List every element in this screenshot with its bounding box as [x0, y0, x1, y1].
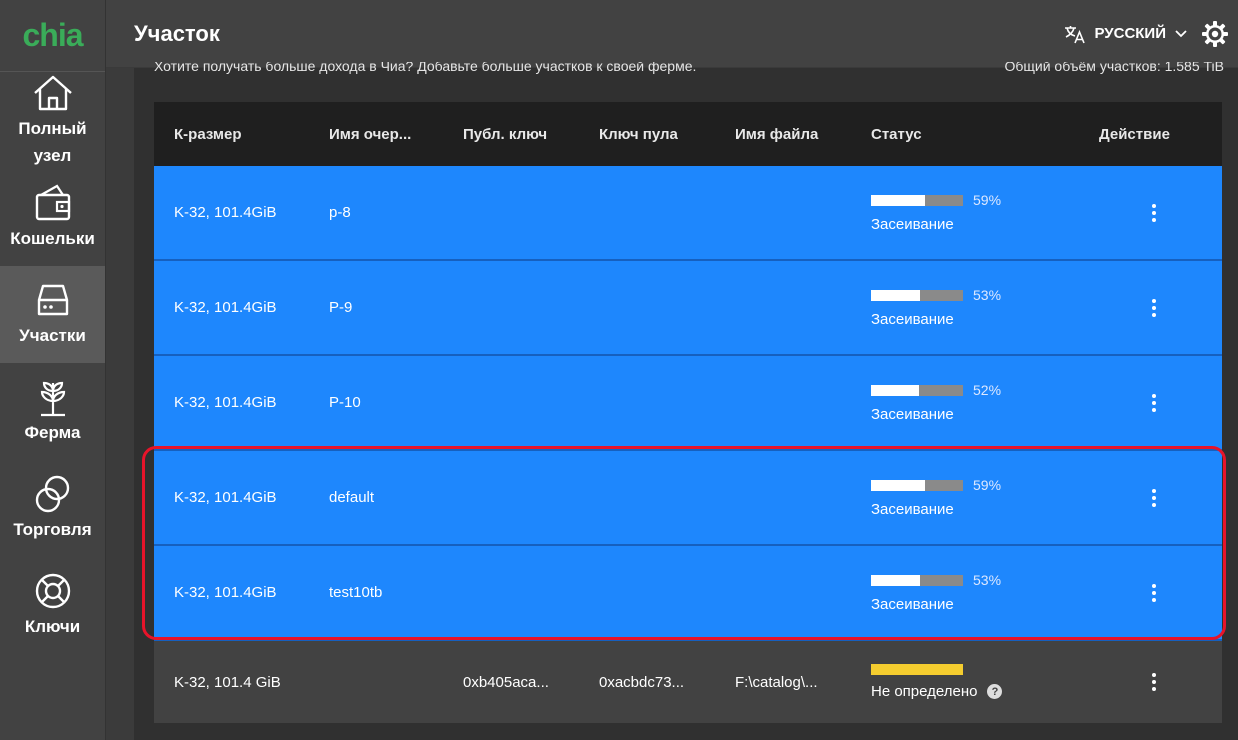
plot-size: K-32, 101.4GiB	[174, 394, 277, 411]
progress-bar	[871, 289, 963, 301]
more-vertical-icon[interactable]	[1151, 393, 1156, 412]
sidebar-item-full-node[interactable]: Полный узел	[0, 72, 105, 169]
column-header[interactable]: К-размер	[154, 126, 329, 143]
sidebar-item-label: Ключи	[24, 617, 81, 636]
sidebar: chia Полный узел Кошельки Участки Ферма …	[0, 0, 106, 740]
column-header[interactable]: Имя очер...	[329, 126, 463, 143]
page-title: Участок	[134, 20, 220, 46]
table-row[interactable]: K-32, 101.4 GiB 0xb405aca... 0xacbdc73..…	[154, 641, 1222, 723]
progress-bar	[871, 384, 963, 396]
table-row[interactable]: K-32, 101.4GiB default 59% Засеивание	[154, 451, 1222, 546]
plot-status: 59% Засеивание	[871, 477, 1085, 518]
plot-status: Не определено ?	[871, 664, 1085, 700]
status-text: Засеивание	[871, 596, 954, 613]
public-key: 0xb405aca...	[463, 673, 549, 691]
progress-bar	[871, 479, 963, 491]
help-icon[interactable]: ?	[987, 684, 1003, 699]
plots-table: К-размер Имя очер... Публ. ключ Ключ пул…	[154, 102, 1222, 723]
status-text: Засеивание	[871, 216, 954, 233]
more-vertical-icon[interactable]	[1151, 583, 1156, 602]
logo-text: chia	[22, 17, 83, 53]
progress-percent: 59%	[973, 192, 1002, 208]
top-bar: Участок РУССКИЙ	[106, 0, 1238, 68]
table-header: К-размер Имя очер... Публ. ключ Ключ пул…	[154, 102, 1222, 166]
sidebar-item-label: Участки	[19, 326, 86, 345]
status-text: Не определено	[871, 683, 978, 700]
column-header[interactable]: Ключ пула	[599, 126, 735, 143]
sidebar-item-trade[interactable]: Торговля	[0, 460, 105, 557]
home-icon	[33, 75, 72, 110]
progress-percent: 52%	[973, 382, 1002, 398]
plot-status: 53% Засеивание	[871, 572, 1085, 613]
plot-status: 52% Засеивание	[871, 382, 1085, 423]
status-text: Засеивание	[871, 501, 954, 518]
trade-icon	[35, 475, 69, 513]
queue-name: P-10	[329, 394, 361, 411]
plot-size: K-32, 101.4GiB	[174, 489, 277, 506]
table-row[interactable]: K-32, 101.4GiB test10tb 53% Засеивание	[154, 546, 1222, 641]
plot-size: K-32, 101.4GiB	[174, 299, 277, 316]
file-name: F:\catalog\...	[735, 673, 818, 691]
lifebuoy-icon	[35, 573, 70, 609]
storage-icon	[37, 284, 68, 316]
progress-percent: 59%	[973, 477, 1002, 493]
table-row[interactable]: K-32, 101.4GiB P-9 53% Засеивание	[154, 261, 1222, 356]
plot-size: K-32, 101.4GiB	[174, 204, 277, 221]
sidebar-item-plots[interactable]: Участки	[0, 266, 105, 363]
sidebar-item-wallets[interactable]: Кошельки	[0, 169, 105, 266]
hint-text: Хотите получать больше дохода в Чиа? Доб…	[154, 62, 697, 74]
queue-name: default	[329, 489, 375, 506]
queue-name: P-9	[329, 299, 353, 316]
plant-icon	[40, 381, 65, 417]
queue-name: p-8	[329, 204, 351, 221]
plot-size: K-32, 101.4 GiB	[174, 673, 281, 691]
status-text: Засеивание	[871, 406, 954, 423]
progress-bar	[871, 194, 963, 206]
progress-bar	[871, 574, 963, 586]
table-row[interactable]: K-32, 101.4GiB P-10 52% Засеивание	[154, 356, 1222, 451]
total-plot-size: Общий объём участков: 1.585 TiB	[1004, 62, 1224, 74]
chia-logo[interactable]: chia	[0, 0, 105, 72]
content-gutter	[106, 68, 134, 740]
queue-name: test10tb	[329, 584, 383, 601]
status-bar	[871, 664, 963, 675]
status-text: Засеивание	[871, 311, 954, 328]
plot-hint-bar: Хотите получать больше дохода в Чиа? Доб…	[154, 62, 1224, 80]
pool-key: 0xacbdc73...	[599, 673, 685, 691]
plot-status: 53% Засеивание	[871, 287, 1085, 328]
progress-percent: 53%	[973, 572, 1002, 588]
plot-status: 59% Засеивание	[871, 192, 1085, 233]
language-label: РУССКИЙ	[1094, 25, 1166, 42]
column-header: Действие	[1099, 125, 1170, 143]
column-header[interactable]: Имя файла	[735, 126, 871, 143]
sidebar-item-label: Полный узел	[18, 118, 87, 165]
sidebar-item-keys[interactable]: Ключи	[0, 557, 105, 654]
translate-icon	[1065, 25, 1086, 43]
plot-size: K-32, 101.4GiB	[174, 584, 277, 601]
column-header[interactable]: Публ. ключ	[463, 126, 599, 143]
wallet-icon	[35, 184, 70, 221]
sidebar-item-label: Кошельки	[10, 229, 95, 248]
sidebar-item-farm[interactable]: Ферма	[0, 363, 105, 460]
gear-icon[interactable]	[1202, 20, 1228, 47]
sidebar-item-label: Ферма	[24, 423, 81, 442]
more-vertical-icon[interactable]	[1151, 488, 1156, 507]
chevron-down-icon	[1175, 29, 1187, 37]
table-row[interactable]: K-32, 101.4GiB p-8 59% Засеивание	[154, 166, 1222, 261]
column-header[interactable]: Статус	[871, 126, 1085, 143]
more-vertical-icon[interactable]	[1151, 298, 1156, 317]
sidebar-item-label: Торговля	[13, 520, 92, 539]
more-vertical-icon[interactable]	[1151, 203, 1156, 222]
more-vertical-icon[interactable]	[1151, 673, 1156, 691]
progress-percent: 53%	[973, 287, 1002, 303]
language-selector[interactable]: РУССКИЙ	[1064, 24, 1188, 44]
